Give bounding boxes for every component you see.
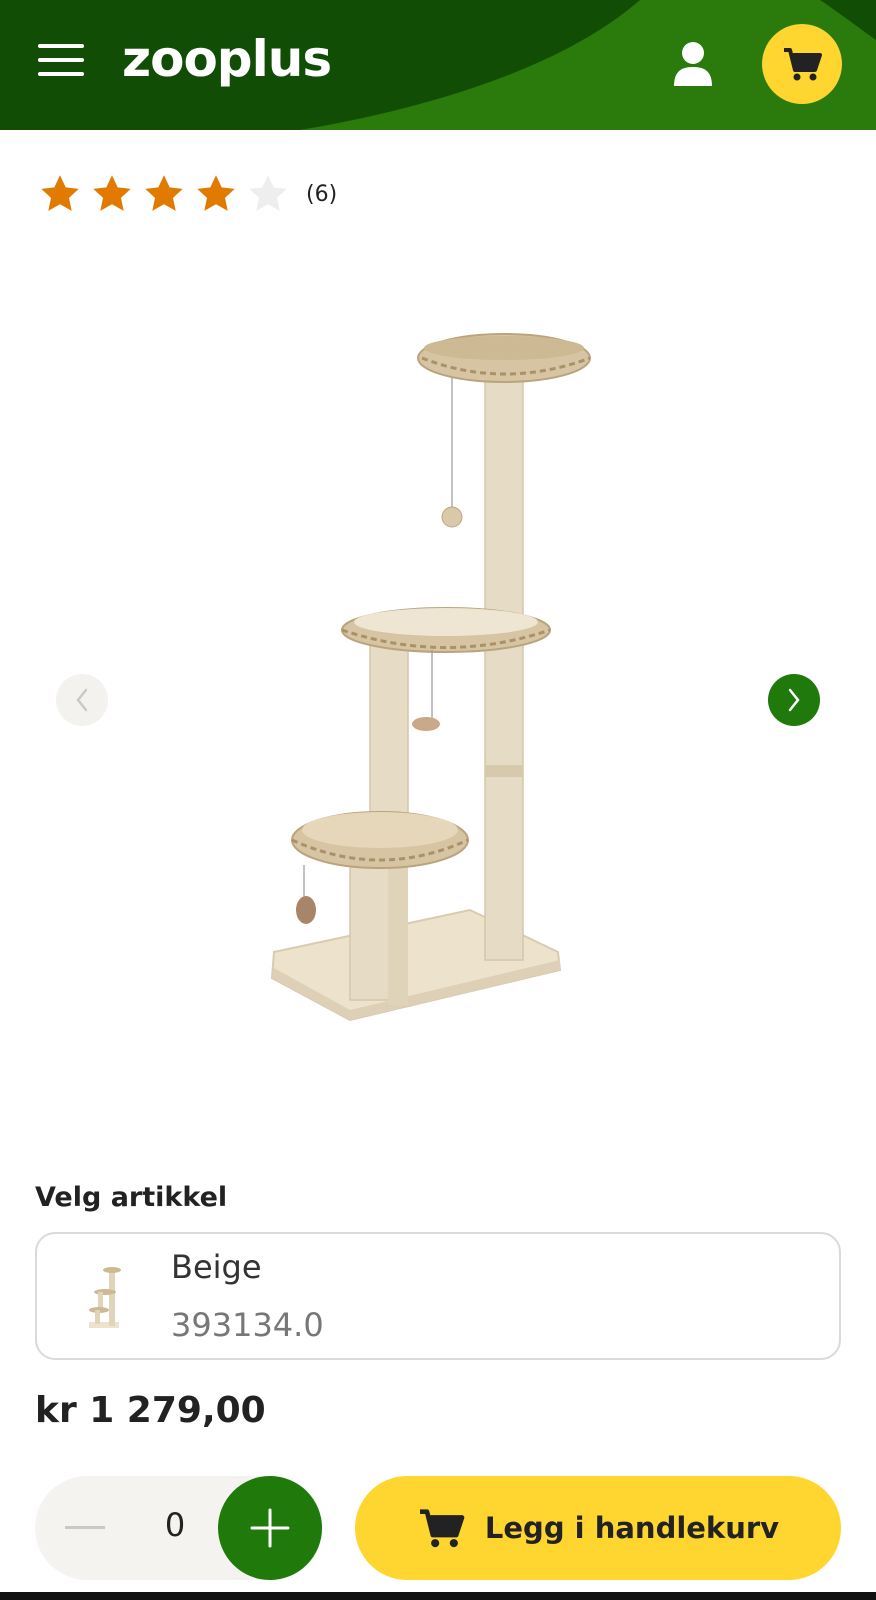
variant-name: Beige — [171, 1248, 262, 1286]
review-count[interactable]: (6) — [306, 182, 337, 207]
user-icon[interactable] — [670, 40, 716, 88]
cart-icon — [784, 48, 822, 81]
variant-section-label: Velg artikkel — [35, 1182, 228, 1213]
chevron-left-icon — [76, 688, 88, 712]
hamburger-menu-icon[interactable] — [38, 44, 84, 82]
zooplus-logo[interactable]: zooplus — [122, 30, 332, 88]
gallery-prev-button[interactable] — [56, 674, 108, 726]
add-to-cart-button[interactable]: Legg i handlekurv — [355, 1476, 841, 1580]
site-header: zooplus — [0, 0, 876, 130]
star-filled-icon — [93, 175, 131, 211]
star-filled-icon — [145, 175, 183, 211]
product-image-gallery[interactable] — [0, 260, 876, 1140]
variant-sku: 393134.0 — [171, 1306, 324, 1344]
quantity-value[interactable]: 0 — [150, 1506, 200, 1544]
plus-icon — [250, 1508, 290, 1548]
quantity-increase-button[interactable] — [218, 1476, 322, 1580]
gallery-next-button[interactable] — [768, 674, 820, 726]
variant-thumbnail — [89, 1267, 121, 1328]
chevron-right-icon — [788, 688, 800, 712]
product-rating[interactable]: (6) — [38, 170, 337, 218]
system-bottom-bar — [0, 1592, 876, 1600]
header-cart-button[interactable] — [762, 24, 842, 104]
star-filled-icon — [197, 175, 235, 211]
add-to-cart-label: Legg i handlekurv — [484, 1511, 780, 1545]
star-filled-icon — [41, 175, 79, 211]
variant-selector-card[interactable]: Beige 393134.0 — [35, 1232, 841, 1360]
cat-tree-product-image — [270, 333, 591, 1022]
cart-icon — [419, 1509, 465, 1548]
star-empty-icon — [249, 175, 287, 211]
product-price: kr 1 279,00 — [35, 1390, 266, 1431]
minus-icon[interactable] — [65, 1526, 105, 1529]
